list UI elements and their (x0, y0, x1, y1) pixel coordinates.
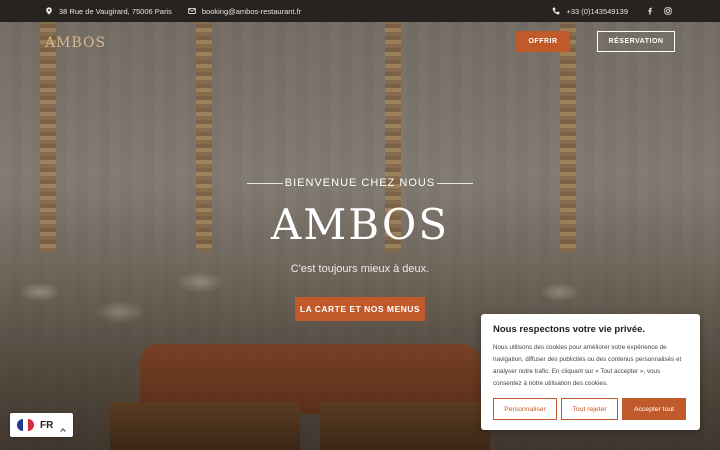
france-flag-icon (17, 419, 34, 431)
site-logo[interactable]: AMBOS (45, 35, 106, 51)
divider-line (247, 182, 283, 184)
email-item[interactable]: booking@ambos-restaurant.fr (188, 7, 301, 16)
cookie-title: Nous respectons votre vie privée. (493, 324, 646, 335)
hero-title: AMBOS (270, 200, 450, 249)
reject-cookies-button[interactable]: Tout rejeter (561, 398, 618, 420)
divider-line (436, 182, 473, 184)
cookie-consent-panel: Nous respectons votre vie privée. Nous u… (481, 314, 700, 430)
offrir-button[interactable]: OFFRIR (516, 31, 570, 52)
address-text: 38 Rue de Vaugirard, 75006 Paris (59, 6, 172, 16)
cookie-body: Nous utilisons des cookies pour améliore… (493, 344, 682, 387)
language-selector[interactable]: FR (10, 413, 73, 437)
chevron-up-icon (59, 421, 67, 432)
phone-icon (552, 7, 560, 15)
table-decoration (320, 402, 490, 450)
hero-subtitle: C'est toujours mieux à deux. (290, 263, 430, 275)
email-link[interactable]: booking@ambos-restaurant.fr (202, 7, 301, 16)
phone-item[interactable]: +33 (0)143549139 (552, 7, 628, 16)
accept-cookies-button[interactable]: Accepter tout (622, 398, 686, 420)
map-pin-icon (45, 7, 53, 15)
welcome-heading: BIENVENUE CHEZ NOUS (247, 177, 473, 189)
facebook-icon[interactable] (646, 7, 654, 15)
reservation-button[interactable]: RÉSERVATION (597, 31, 675, 52)
address-item[interactable]: 38 Rue de Vaugirard, 75006 Paris (45, 7, 172, 16)
menu-button[interactable]: LA CARTE ET NOS MENUS (295, 297, 425, 321)
language-code: FR (40, 419, 54, 431)
welcome-text: BIENVENUE CHEZ NOUS (284, 177, 436, 189)
cookie-buttons: Personnaliser Tout rejeter Accepter tout (493, 398, 686, 420)
table-decoration (110, 402, 300, 450)
customize-cookies-button[interactable]: Personnaliser (493, 398, 557, 420)
phone-link[interactable]: +33 (0)143549139 (566, 7, 628, 16)
envelope-icon (188, 7, 196, 15)
instagram-icon[interactable] (664, 7, 672, 15)
top-info-bar: 38 Rue de Vaugirard, 75006 Paris booking… (0, 0, 720, 22)
